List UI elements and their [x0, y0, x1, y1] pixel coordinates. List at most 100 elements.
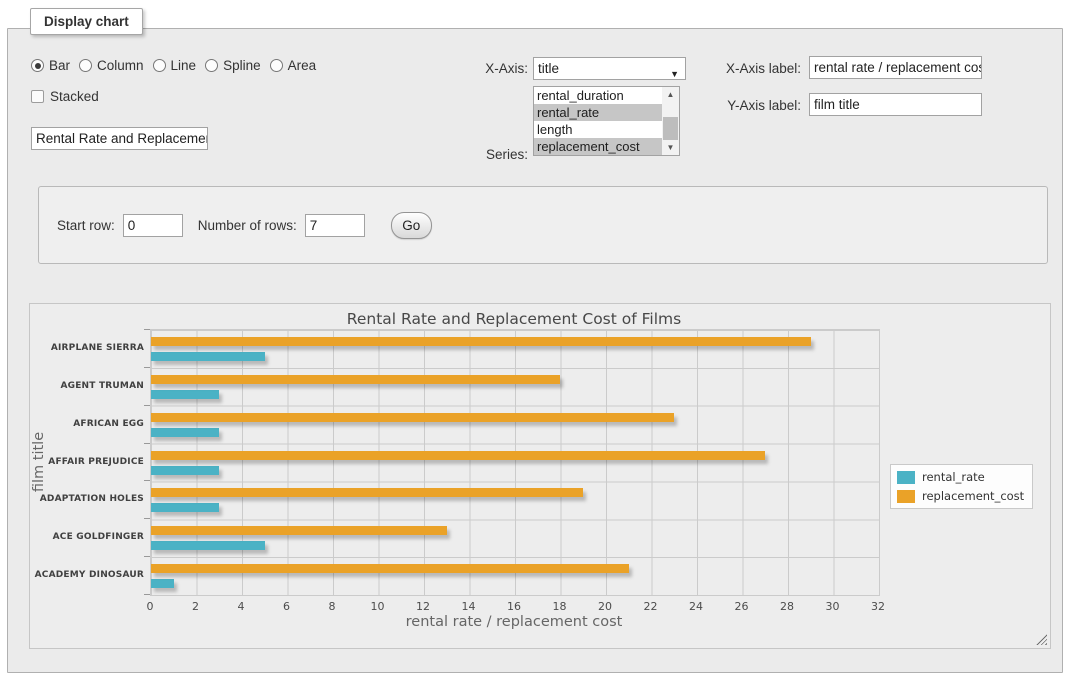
series-scrollbar[interactable]: ▲ ▼: [662, 87, 679, 155]
chart-type-option-area: Area: [270, 58, 317, 73]
x-axis-select-label: X-Axis:: [433, 61, 528, 76]
radio-label: Line: [171, 58, 197, 73]
scrollbar-up-icon[interactable]: ▲: [662, 87, 679, 102]
number-of-rows-input[interactable]: 7: [305, 214, 365, 237]
series-options: rental_durationrental_ratelengthreplacem…: [534, 87, 679, 155]
bar-replacement_cost: [151, 375, 560, 384]
x-axis-select-value: title: [538, 61, 559, 76]
go-button[interactable]: Go: [391, 212, 432, 239]
chart-type-option-bar: Bar: [31, 58, 70, 73]
category-label: ACE GOLDFINGER: [32, 532, 144, 542]
scrollbar-down-icon[interactable]: ▼: [662, 140, 679, 155]
chart-type-radio-group: Bar Column Line Spline Area: [31, 58, 316, 73]
stacked-label: Stacked: [50, 89, 99, 104]
x-tick-label: 14: [454, 600, 484, 613]
chart-x-axis-title: rental rate / replacement cost: [150, 614, 878, 630]
x-axis-label-field-label: X-Axis label:: [706, 61, 801, 76]
radio-label: Column: [97, 58, 144, 73]
category-label: AIRPLANE SIERRA: [32, 343, 144, 353]
chart-type-option-column: Column: [79, 58, 144, 73]
category-label: ADAPTATION HOLES: [32, 494, 144, 504]
radio-area[interactable]: [270, 59, 283, 72]
bar-rental_rate: [151, 352, 265, 361]
row-range-box: Start row: 0 Number of rows: 7 Go: [38, 186, 1048, 264]
y-tick-mark: [144, 367, 150, 368]
start-row-label: Start row:: [57, 218, 115, 233]
radio-column[interactable]: [79, 59, 92, 72]
bar-replacement_cost: [151, 337, 811, 346]
plot-area: [150, 329, 880, 596]
x-tick-label: 26: [727, 600, 757, 613]
legend-label: replacement_cost: [922, 489, 1024, 503]
panel-title: Display chart: [30, 8, 143, 35]
radio-line[interactable]: [153, 59, 166, 72]
series-option-rental_rate[interactable]: rental_rate: [534, 104, 662, 121]
stacked-row: Stacked: [31, 89, 99, 104]
x-tick-label: 16: [499, 600, 529, 613]
scrollbar-thumb[interactable]: [663, 117, 678, 141]
category-label: AGENT TRUMAN: [32, 381, 144, 391]
y-tick-mark: [144, 329, 150, 330]
series-option-replacement_cost[interactable]: replacement_cost: [534, 138, 662, 155]
stacked-checkbox[interactable]: [31, 90, 44, 103]
bar-replacement_cost: [151, 488, 583, 497]
x-tick-label: 18: [545, 600, 575, 613]
radio-spline[interactable]: [205, 59, 218, 72]
category-label: AFRICAN EGG: [32, 419, 144, 429]
page: Bar Column Line Spline Area Stacked Rental R…: [0, 0, 1081, 681]
x-tick-label: 0: [135, 600, 165, 613]
bar-replacement_cost: [151, 526, 447, 535]
bar-rental_rate: [151, 541, 265, 550]
category-label: ACADEMY DINOSAUR: [32, 570, 144, 580]
y-tick-mark: [144, 594, 150, 595]
y-axis-label-input[interactable]: film title: [809, 93, 982, 116]
resize-handle-icon[interactable]: [1036, 634, 1047, 645]
radio-label: Area: [288, 58, 317, 73]
start-row-input[interactable]: 0: [123, 214, 183, 237]
bar-rental_rate: [151, 579, 174, 588]
chart-legend: rental_rate replacement_cost: [890, 464, 1033, 509]
x-tick-label: 8: [317, 600, 347, 613]
x-axis-select[interactable]: title ▼: [533, 57, 686, 80]
x-tick-label: 20: [590, 600, 620, 613]
y-tick-mark: [144, 443, 150, 444]
bar-replacement_cost: [151, 564, 629, 573]
y-tick-mark: [144, 518, 150, 519]
category-label: AFFAIR PREJUDICE: [32, 457, 144, 467]
radio-label: Bar: [49, 58, 70, 73]
select-dropdown-arrow-icon: ▼: [670, 65, 679, 83]
x-tick-label: 4: [226, 600, 256, 613]
y-axis-label-field-label: Y-Axis label:: [706, 98, 801, 113]
bar-replacement_cost: [151, 413, 674, 422]
chart-title-input[interactable]: Rental Rate and Replacemen: [31, 127, 208, 150]
x-tick-label: 6: [272, 600, 302, 613]
x-tick-label: 10: [363, 600, 393, 613]
bar-replacement_cost: [151, 451, 765, 460]
display-chart-panel: Bar Column Line Spline Area Stacked Rental R…: [7, 28, 1063, 673]
x-tick-label: 28: [772, 600, 802, 613]
y-tick-mark: [144, 405, 150, 406]
radio-bar[interactable]: [31, 59, 44, 72]
x-tick-label: 22: [636, 600, 666, 613]
x-tick-label: 12: [408, 600, 438, 613]
bar-rental_rate: [151, 466, 219, 475]
number-of-rows-label: Number of rows:: [198, 218, 297, 233]
bar-rental_rate: [151, 428, 219, 437]
x-tick-label: 24: [681, 600, 711, 613]
legend-entry-replacement_cost: replacement_cost: [897, 489, 1024, 503]
series-select-label: Series:: [433, 147, 528, 162]
legend-swatch: [897, 471, 915, 484]
bar-rental_rate: [151, 503, 219, 512]
radio-label: Spline: [223, 58, 261, 73]
chart-type-option-line: Line: [153, 58, 197, 73]
legend-label: rental_rate: [922, 470, 985, 484]
series-multiselect[interactable]: rental_durationrental_ratelengthreplacem…: [533, 86, 680, 156]
x-tick-label: 2: [181, 600, 211, 613]
series-option-rental_duration[interactable]: rental_duration: [534, 87, 662, 104]
y-tick-mark: [144, 556, 150, 557]
series-option-length[interactable]: length: [534, 121, 662, 138]
x-tick-label: 32: [863, 600, 893, 613]
chart-title: Rental Rate and Replacement Cost of Film…: [150, 310, 878, 328]
legend-swatch: [897, 490, 915, 503]
x-axis-label-input[interactable]: rental rate / replacement cost: [809, 56, 982, 79]
